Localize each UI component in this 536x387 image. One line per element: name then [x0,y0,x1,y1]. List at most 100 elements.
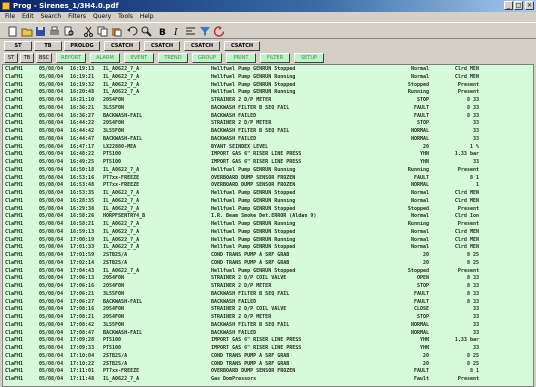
row-description: COND TRANS PUMP A SRF GRAB [211,352,290,359]
menu-help[interactable]: Help [140,13,154,20]
log-row[interactable]: ClaFH1 05/08/04 16:48:22 PT5100 IMPORT GAS 6… [3,151,533,157]
filter-print-button[interactable]: PRINT [226,53,256,63]
log-row[interactable]: ClaFH1 05/08/04 17:11:48 IL_A0622_7_A Gas Do… [3,376,533,382]
find-icon[interactable] [140,25,154,38]
new-icon[interactable] [6,25,20,38]
log-row[interactable]: ClaFH1 05/08/04 17:09:33 PT5100 IMPORT GAS 6… [3,345,533,351]
filter-bsc-button[interactable]: BSC [36,53,52,63]
log-row[interactable]: ClaFH1 05/08/04 16:58:21 IL_A0622_7_A Hellfu… [3,221,533,227]
undo-icon[interactable] [126,25,140,38]
log-row[interactable]: ClaFH1 05/08/04 17:04:43 IL_A0622_7_A Hellfu… [3,268,533,274]
log-row[interactable]: ClaFH1 05/08/04 16:44:47 BACKWASH-FAIL BACKW… [3,136,533,142]
maximize-button[interactable]: □ [514,1,523,10]
log-row[interactable]: ClaFH1 05/08/04 16:29:38 IL_A0622_7_A Hellfu… [3,206,533,212]
row-state: Normal [410,236,429,243]
log-row[interactable]: ClaFH1 05/08/04 17:10:04 2STB2S/A COND TRANS… [3,353,533,359]
event-log-list[interactable]: ClaFH1 05/08/04 16:19:13 IL_A0622_7_A Hellfu… [2,64,534,387]
tab-csatch-2[interactable]: CSATCH [144,41,180,51]
log-row[interactable]: ClaFH1 05/08/04 16:53:48 PT7xx-FREEZE OVERBO… [3,182,533,188]
row-id: ClaFH1 [5,89,24,96]
log-row[interactable]: ClaFH1 05/08/04 17:00:19 IL_A0622_7_A Hellfu… [3,237,533,243]
tab-csatch-3[interactable]: CSATCH [184,41,220,51]
tab-csatch-1[interactable]: CSATCH [104,41,140,51]
tab-csatch-4[interactable]: CSATCH [224,41,260,51]
log-row[interactable]: ClaFH1 05/08/04 16:50:18 IL_A0622_7_A Hellfu… [3,167,533,173]
tab-tb[interactable]: TB [34,41,62,51]
minimize-button[interactable]: _ [504,1,513,10]
log-row[interactable]: ClaFH1 05/08/04 17:06:16 2054F0N STRAINER 2 … [3,283,533,289]
tab-prolog[interactable]: PROLOG [64,41,100,51]
menu-search[interactable]: Search [41,13,62,20]
menu-file[interactable]: File [5,13,15,20]
log-row[interactable]: ClaFH1 05/08/04 17:08:21 2054F0N STRAINER 2 … [3,314,533,320]
log-row[interactable]: ClaFH1 05/08/04 16:19:21 IL_A0622_7_A Hellfu… [3,74,533,80]
bold-icon[interactable]: B [156,25,170,38]
log-row[interactable]: ClaFH1 05/08/04 16:53:35 IL_A0622_7_A Hellfu… [3,190,533,196]
filter-st-button[interactable]: ST [4,53,18,63]
close-button[interactable]: × [525,1,534,10]
log-row[interactable]: ClaFH1 05/08/04 17:11:01 PT7xx-FREEZE OVERBO… [3,368,533,374]
filter-alarm-button[interactable]: ALARM [90,53,120,63]
log-row[interactable]: ClaFH1 05/08/04 17:01:33 IL_A0622_7_A Hellfu… [3,244,533,250]
row-description: STRAINER 2 D/P METER [211,314,272,321]
row-value: 8 25 [466,352,479,359]
log-row[interactable]: ClaFH1 05/08/04 16:19:13 IL_A0622_7_A Hellfu… [3,66,533,72]
row-value: 8 25 [466,259,479,266]
row-tag: IL_A0622_7_A [103,73,140,80]
log-row[interactable]: ClaFH1 05/08/04 16:53:16 PT7xx-FREEZE OVERBO… [3,175,533,181]
row-value: 8 33 [466,283,479,290]
row-tag: IL_A0622_7_A [103,228,140,235]
paste-icon[interactable] [110,25,124,38]
open-icon[interactable] [20,25,34,38]
log-row[interactable]: ClaFH1 05/08/04 17:06:13 2054F0N STRAINER 2 … [3,275,533,281]
log-row[interactable]: ClaFH1 05/08/04 16:36:27 BACKWASH-FAIL BACKW… [3,113,533,119]
title-bar[interactable]: Prog - Sirenes_1/3H4.0.pdf _ □ × [0,0,536,12]
print-preview-icon[interactable] [62,25,76,38]
menu-query[interactable]: Query [93,13,111,20]
log-row[interactable]: ClaFH1 05/08/04 17:10:22 2STB2S/A COND TRANS… [3,361,533,367]
log-row[interactable]: ClaFH1 05/08/04 16:58:26 HORPFSENTRY4_B I.R.… [3,213,533,219]
log-row[interactable]: ClaFH1 05/08/04 17:08:42 3L55F0N BACKWASH FI… [3,322,533,328]
log-row[interactable]: ClaFH1 05/08/04 16:21:10 2054F0N STRAINER 2 … [3,97,533,103]
menu-filters[interactable]: Filters [68,13,86,20]
log-row[interactable]: ClaFH1 05/08/04 16:49:25 PT5100 IMPORT GAS 6… [3,159,533,165]
menu-tools[interactable]: Tools [118,13,133,20]
row-id: ClaFH1 [5,120,24,127]
copy-icon[interactable] [96,25,110,38]
log-row[interactable]: ClaFH1 05/08/04 16:44:22 2054F0N STRAINER 2 … [3,120,533,126]
log-row[interactable]: ClaFH1 05/08/04 16:28:35 IL_A0622_7_A Hellfu… [3,198,533,204]
filter-filter-button[interactable]: FILTER [260,53,290,63]
log-row[interactable]: ClaFH1 05/08/04 17:06:21 3L55F0N BACKWASH FI… [3,291,533,297]
filter-trend-button[interactable]: TREND [158,53,188,63]
log-row[interactable]: ClaFH1 05/08/04 16:36:21 3L55F0N BACKWASH FI… [3,105,533,111]
log-row[interactable]: ClaFH1 05/08/04 16:59:13 IL_A0622_7_A Hellfu… [3,229,533,235]
log-row[interactable]: ClaFH1 05/08/04 17:08:16 2054F0N STRAINER 2 … [3,306,533,312]
filter-report-button[interactable]: REPORT [56,53,86,63]
log-row[interactable]: ClaFH1 05/08/04 16:44:42 3L55F0N BACKWASH FI… [3,128,533,134]
log-row[interactable]: ClaFH1 05/08/04 17:01:59 2STB2S/A COND TRANS… [3,252,533,258]
refresh-icon[interactable] [212,25,226,38]
log-row[interactable]: ClaFH1 05/08/04 17:06:27 BACKWASH-FAIL BACKW… [3,299,533,305]
save-icon[interactable] [34,25,48,38]
align-icon[interactable] [184,25,198,38]
menu-edit[interactable]: Edit [22,13,34,20]
log-row[interactable]: ClaFH1 05/08/04 17:02:14 2STB2S/A COND TRANS… [3,260,533,266]
italic-icon[interactable]: I [170,25,184,38]
row-id: ClaFH1 [5,97,24,104]
row-description: STRAINER 2 D/P METER [211,120,272,127]
tab-st[interactable]: ST [4,41,32,51]
row-id: ClaFH1 [5,252,24,259]
log-row[interactable]: ClaFH1 05/08/04 16:20:48 IL_A0622_7_A Hellfu… [3,89,533,95]
filter-tb-button[interactable]: TB [20,53,34,63]
row-tag: IL_A0622_7_A [103,81,140,88]
log-row[interactable]: ClaFH1 05/08/04 17:09:28 PT5100 IMPORT GAS 6… [3,337,533,343]
cut-icon[interactable] [82,25,96,38]
filter-icon[interactable] [198,25,212,38]
filter-setup-button[interactable]: SETUP [294,53,324,63]
log-row[interactable]: ClaFH1 05/08/04 17:08:47 BACKWASH-FAIL BACKW… [3,330,533,336]
filter-group-button[interactable]: GROUP [192,53,222,63]
print-icon[interactable] [48,25,62,38]
log-row[interactable]: ClaFH1 05/08/04 16:19:32 IL_A0622_7_A Hellfu… [3,82,533,88]
filter-event-button[interactable]: EVENT [124,53,154,63]
log-row[interactable]: ClaFH1 05/08/04 16:47:17 LX22880-MEA BYANT S… [3,144,533,150]
